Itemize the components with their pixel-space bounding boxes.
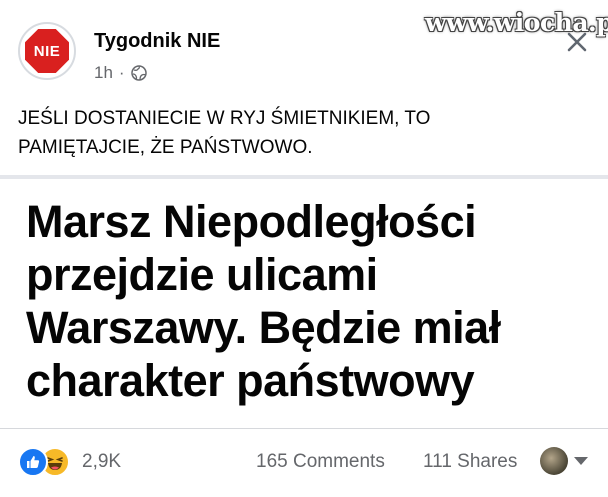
post-time[interactable]: 1h [94, 63, 113, 83]
viewer-avatar [540, 447, 568, 475]
headline-line: Marsz Niepodległości [26, 196, 477, 247]
comments-count[interactable]: 165 Comments [256, 451, 385, 473]
globe-icon [130, 65, 147, 81]
meta-separator: · [118, 63, 125, 82]
link-headline: Marsz Niepodległości przejdzie ulicami W… [26, 195, 586, 407]
page-name[interactable]: Tygodnik NIE [94, 30, 220, 53]
reactions-summary[interactable]: 2,9K [18, 447, 121, 477]
divider [0, 428, 608, 429]
chevron-down-icon [574, 457, 588, 465]
close-icon[interactable] [565, 30, 589, 54]
post-text-line: JEŚLI DOSTANIECIE W RYJ ŚMIETNIKIEM, TO [18, 108, 431, 129]
headline-line: Warszawy. Będzie miał [26, 302, 501, 353]
facebook-post: NIE Tygodnik NIE 1h · www.wiocha.pl JEŚL… [0, 0, 608, 497]
link-preview-card[interactable]: Marsz Niepodległości przejdzie ulicami W… [0, 179, 608, 423]
stop-sign-logo: NIE [25, 29, 69, 73]
post-meta: 1h · [94, 63, 147, 83]
page-avatar[interactable]: NIE [18, 22, 76, 80]
reaction-count: 2,9K [82, 451, 122, 472]
post-text: JEŚLI DOSTANIECIE W RYJ ŚMIETNIKIEM, TO … [18, 104, 588, 162]
like-icon [18, 447, 48, 477]
post-footer: 2,9K 165 Comments 111 Shares [0, 440, 608, 484]
thumbs-up-icon [27, 456, 40, 468]
avatar-logo-text: NIE [28, 32, 66, 70]
shares-count[interactable]: 111 Shares [423, 451, 517, 473]
headline-line: przejdzie ulicami [26, 249, 378, 300]
reaction-as-selector[interactable] [540, 447, 588, 475]
headline-line: charakter państwowy [26, 355, 475, 406]
post-text-line: PAMIĘTAJCIE, ŻE PAŃSTWOWO. [18, 137, 313, 158]
